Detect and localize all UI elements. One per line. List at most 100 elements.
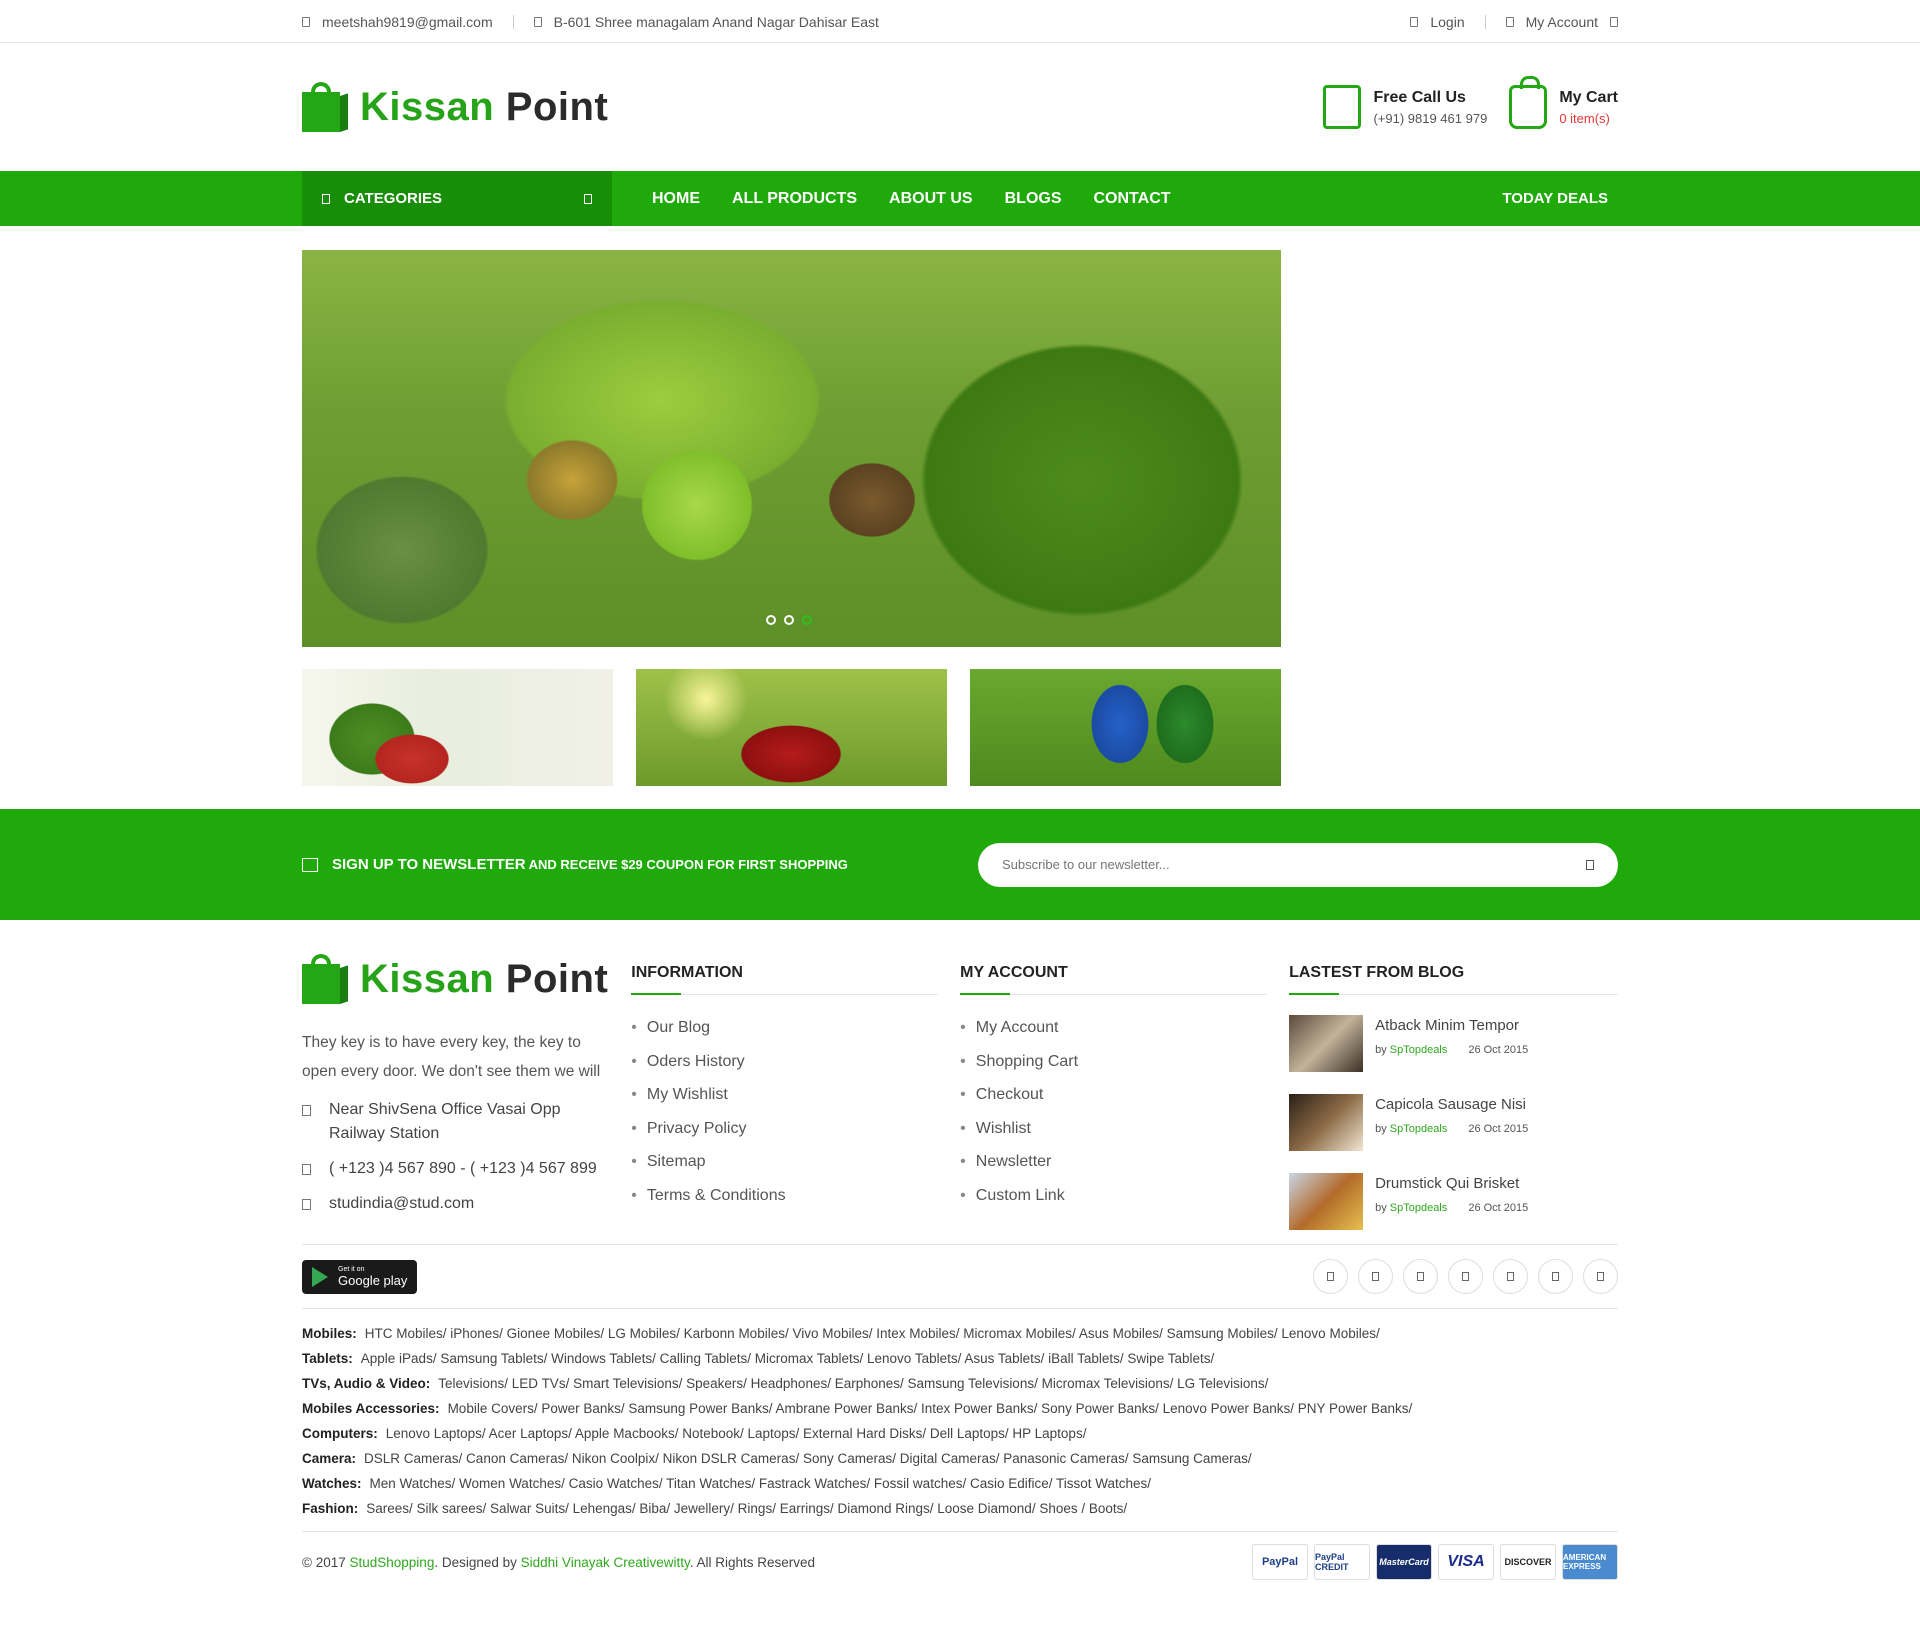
newsletter-heading: SIGN UP TO NEWSLETTER AND RECEIVE $29 CO… xyxy=(302,856,848,873)
instagram-icon[interactable] xyxy=(1448,1259,1483,1294)
info-link-blog[interactable]: Our Blog xyxy=(631,1011,960,1045)
header: Kissan Point Free Call Us (+91) 9819 461… xyxy=(0,43,1920,171)
account-link-wishlist[interactable]: Wishlist xyxy=(960,1112,1289,1146)
newsletter-email-input[interactable] xyxy=(1002,857,1586,872)
blog-post[interactable]: Capicola Sausage Nisi by SpTopdeals 26 O… xyxy=(1289,1094,1618,1151)
directory-links[interactable]: DSLR Cameras/ Canon Cameras/ Nikon Coolp… xyxy=(364,1451,1252,1466)
footer-contact: Near ShivSena Office Vasai Opp Railway S… xyxy=(302,1098,611,1216)
nav-about-us[interactable]: ABOUT US xyxy=(889,190,973,208)
user-icon xyxy=(1505,16,1514,27)
blog-post-by: by xyxy=(1375,1044,1387,1056)
cart-item-count: 0 item(s) xyxy=(1559,110,1610,126)
copyright-site-link[interactable]: StudShopping xyxy=(350,1555,435,1570)
promo-banner-vegetables-oil[interactable] xyxy=(302,669,613,786)
footer-information: INFORMATION Our Blog Oders History My Wi… xyxy=(631,954,960,1230)
slider-dot-1[interactable] xyxy=(766,615,776,625)
copyright-designed: . Designed by xyxy=(434,1554,517,1570)
blog-thumbnail[interactable] xyxy=(1289,1173,1364,1230)
footer-address: Near ShivSena Office Vasai Opp Railway S… xyxy=(329,1101,561,1142)
my-account-dropdown[interactable]: My Account xyxy=(1505,14,1618,30)
account-link-checkout[interactable]: Checkout xyxy=(960,1078,1289,1112)
directory-row: Camera: DSLR Cameras/ Canon Cameras/ Niko… xyxy=(302,1446,1618,1471)
pinterest-icon[interactable] xyxy=(1493,1259,1528,1294)
chevron-down-icon xyxy=(1610,16,1618,27)
blog-post-meta: by SpTopdeals 26 Oct 2015 xyxy=(1375,1123,1528,1135)
today-deals-link[interactable]: TODAY DEALS xyxy=(1502,190,1608,207)
my-cart-box[interactable]: My Cart 0 item(s) xyxy=(1509,76,1618,129)
login-link[interactable]: Login xyxy=(1410,14,1465,30)
copyright-designer-link[interactable]: Siddhi Vinayak Creativewitty xyxy=(521,1555,690,1570)
rss-icon[interactable] xyxy=(1583,1259,1618,1294)
account-link-my-account[interactable]: My Account xyxy=(960,1011,1289,1045)
directory-key: TVs, Audio & Video: xyxy=(302,1376,431,1391)
blog-post-author[interactable]: SpTopdeals xyxy=(1390,1202,1448,1214)
google-plus-icon[interactable] xyxy=(1403,1259,1438,1294)
newsletter-form xyxy=(978,842,1618,887)
info-link-wishlist[interactable]: My Wishlist xyxy=(631,1078,960,1112)
logo-text: Kissan Point xyxy=(360,85,608,130)
account-link-newsletter[interactable]: Newsletter xyxy=(960,1145,1289,1179)
footer-logo[interactable]: Kissan Point xyxy=(302,954,611,1004)
directory-links[interactable]: Televisions/ LED TVs/ Smart Televisions/… xyxy=(438,1376,1268,1391)
info-link-sitemap[interactable]: Sitemap xyxy=(631,1145,960,1179)
information-heading: INFORMATION xyxy=(631,964,939,995)
phone-icon xyxy=(302,1164,311,1175)
hero-slider[interactable] xyxy=(302,250,1281,647)
footer-email-row[interactable]: studindia@stud.com xyxy=(302,1192,611,1216)
nav-blogs[interactable]: BLOGS xyxy=(1005,190,1062,208)
phone-chat-icon xyxy=(1323,85,1362,129)
paypal-credit-icon: PayPal CREDIT xyxy=(1314,1544,1370,1580)
top-bar: meetshah9819@gmail.com B-601 Shree manag… xyxy=(0,0,1920,43)
info-link-privacy[interactable]: Privacy Policy xyxy=(631,1112,960,1146)
blog-post-date: 26 Oct 2015 xyxy=(1468,1202,1529,1214)
slider-dot-2[interactable] xyxy=(784,615,794,625)
twitter-icon[interactable] xyxy=(1358,1259,1393,1294)
contact-email[interactable]: meetshah9819@gmail.com xyxy=(302,14,493,30)
directory-key: Computers: xyxy=(302,1426,378,1441)
free-call-box[interactable]: Free Call Us (+91) 9819 461 979 xyxy=(1323,85,1487,129)
nav-menu: HOME ALL PRODUCTS ABOUT US BLOGS CONTACT xyxy=(652,190,1203,208)
nav-contact[interactable]: CONTACT xyxy=(1094,190,1171,208)
account-link-custom[interactable]: Custom Link xyxy=(960,1179,1289,1213)
chevron-down-icon xyxy=(584,193,592,204)
promo-banner-apples[interactable] xyxy=(636,669,947,786)
contact-address: B-601 Shree managalam Anand Nagar Dahisa… xyxy=(533,14,879,30)
google-play-badge[interactable]: Get it on Google play xyxy=(302,1259,417,1294)
footer: Kissan Point They key is to have every k… xyxy=(0,920,1920,1580)
site-logo[interactable]: Kissan Point xyxy=(302,82,608,132)
location-icon xyxy=(533,16,542,27)
directory-links[interactable]: Apple iPads/ Samsung Tablets/ Windows Ta… xyxy=(361,1351,1214,1366)
paypal-icon: PayPal xyxy=(1252,1544,1308,1580)
directory-row: Mobiles Accessories: Mobile Covers/ Power… xyxy=(302,1396,1618,1421)
directory-links[interactable]: Men Watches/ Women Watches/ Casio Watche… xyxy=(370,1476,1152,1491)
directory-links[interactable]: Sarees/ Silk sarees/ Salwar Suits/ Lehen… xyxy=(366,1501,1127,1516)
blog-post-title[interactable]: Atback Minim Tempor xyxy=(1375,1017,1528,1034)
footer-address-row: Near ShivSena Office Vasai Opp Railway S… xyxy=(302,1098,611,1146)
directory-links[interactable]: Mobile Covers/ Power Banks/ Samsung Powe… xyxy=(448,1401,1413,1416)
mail-icon xyxy=(302,16,310,27)
promo-banner-kids-harvest[interactable] xyxy=(970,669,1281,786)
info-link-orders-history[interactable]: Oders History xyxy=(631,1045,960,1079)
info-link-terms[interactable]: Terms & Conditions xyxy=(631,1179,960,1213)
blog-thumbnail[interactable] xyxy=(1289,1015,1364,1072)
nav-home[interactable]: HOME xyxy=(652,190,700,208)
blog-thumbnail[interactable] xyxy=(1289,1094,1364,1151)
send-icon[interactable] xyxy=(1586,859,1594,870)
blog-post[interactable]: Drumstick Qui Brisket by SpTopdeals 26 O… xyxy=(1289,1173,1618,1230)
categories-dropdown[interactable]: CATEGORIES xyxy=(302,171,612,226)
blog-post-title[interactable]: Drumstick Qui Brisket xyxy=(1375,1175,1528,1192)
nav-all-products[interactable]: ALL PRODUCTS xyxy=(732,190,857,208)
blog-post-author[interactable]: SpTopdeals xyxy=(1390,1123,1448,1135)
slider-dot-3[interactable] xyxy=(802,615,812,625)
account-link-cart[interactable]: Shopping Cart xyxy=(960,1045,1289,1079)
linkedin-icon[interactable] xyxy=(1538,1259,1573,1294)
directory-links[interactable]: HTC Mobiles/ iPhones/ Gionee Mobiles/ LG… xyxy=(365,1326,1380,1341)
blog-post[interactable]: Atback Minim Tempor by SpTopdeals 26 Oct… xyxy=(1289,1015,1618,1072)
blog-post-title[interactable]: Capicola Sausage Nisi xyxy=(1375,1096,1528,1113)
category-directory: Mobiles: HTC Mobiles/ iPhones/ Gionee Mob… xyxy=(302,1309,1618,1531)
facebook-icon[interactable] xyxy=(1313,1259,1348,1294)
directory-links[interactable]: Lenovo Laptops/ Acer Laptops/ Apple Macb… xyxy=(386,1426,1087,1441)
divider xyxy=(512,14,514,29)
copyright: © 2017 StudShopping. Designed by Siddhi … xyxy=(302,1555,815,1570)
blog-post-author[interactable]: SpTopdeals xyxy=(1390,1044,1448,1056)
